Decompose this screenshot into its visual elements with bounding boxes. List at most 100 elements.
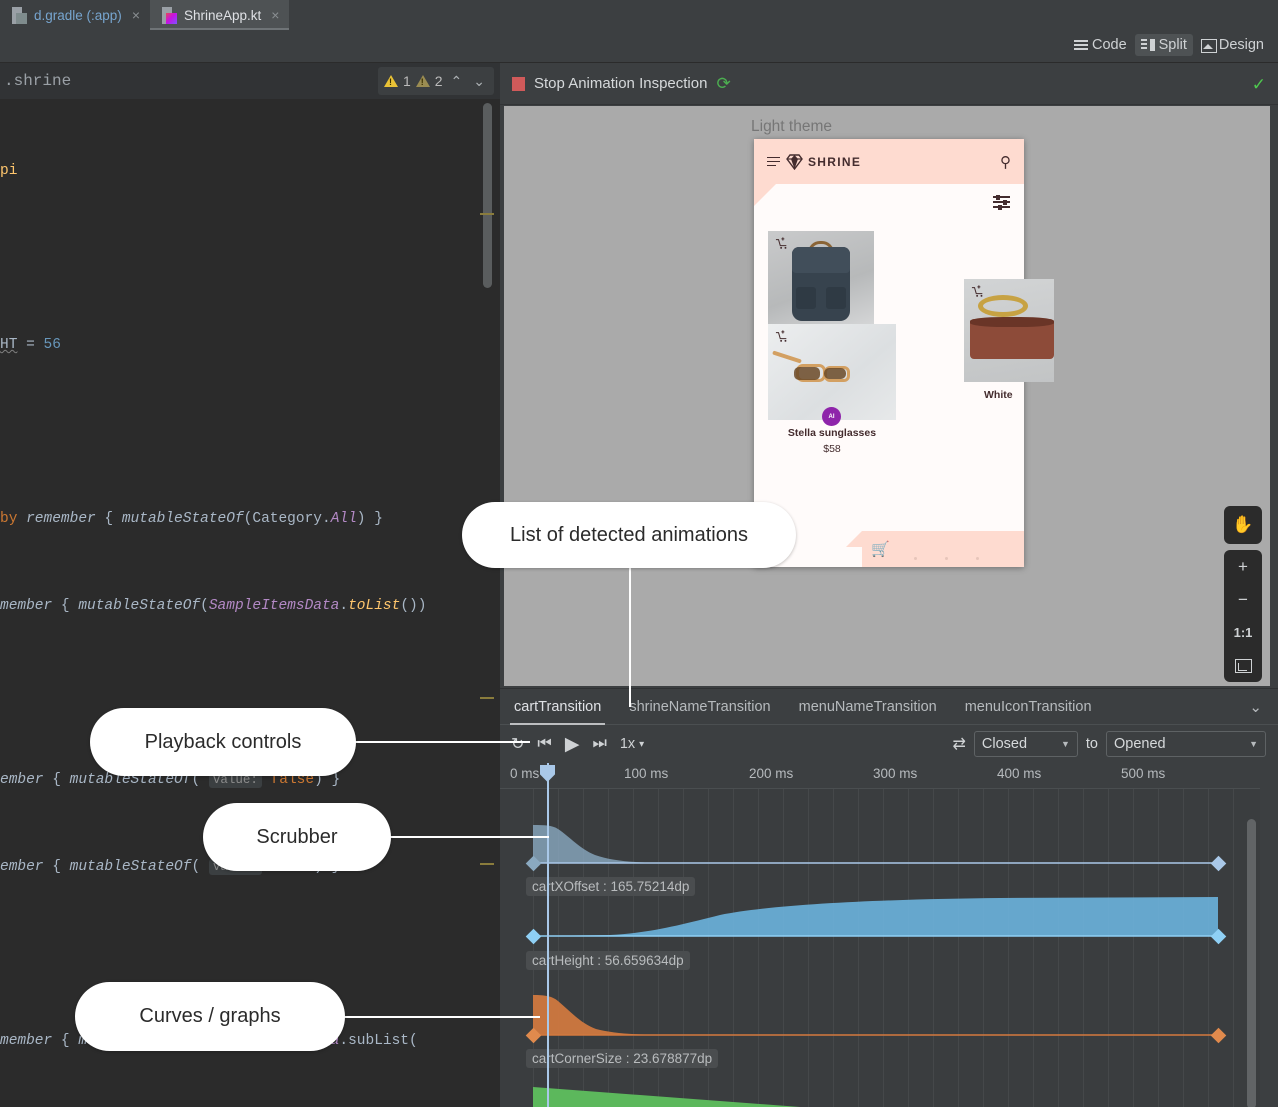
refresh-icon[interactable]: ⟳ — [716, 74, 730, 94]
zoom-out-button[interactable]: − — [1224, 583, 1262, 616]
editor-tab-bar: d.gradle (:app) × ShrineApp.kt × — [0, 0, 1278, 30]
prev-problem-icon[interactable]: ⌃ — [448, 73, 466, 90]
code-editor-pane[interactable]: .shrine 1 2 ⌃ ⌄ pi HT = 56 by remember {… — [0, 63, 500, 1107]
from-state-dropdown[interactable]: Closed ▼ — [974, 731, 1078, 757]
callout-leader — [340, 1016, 540, 1018]
play-icon[interactable]: ▶ — [565, 733, 580, 756]
timeline-tick: 400 ms — [997, 766, 1041, 781]
timeline-tick: 300 ms — [873, 766, 917, 781]
tab-menuIconTransition[interactable]: menuIconTransition — [951, 689, 1106, 724]
zoom-in-button[interactable]: + — [1224, 550, 1262, 583]
filter-icon[interactable] — [993, 196, 1010, 209]
add-to-cart-icon[interactable] — [775, 237, 789, 250]
view-mode-label: Split — [1159, 37, 1187, 53]
warning-triangle-icon — [384, 75, 398, 87]
callout-leader — [386, 836, 549, 838]
design-image-icon — [1201, 39, 1215, 51]
bottom-cart-bar[interactable]: 🛒 — [862, 531, 1024, 567]
tab-label: menuNameTransition — [799, 699, 937, 715]
skip-to-end-icon[interactable]: ⏭ — [592, 735, 606, 753]
swap-states-icon[interactable]: ⇄ — [953, 734, 966, 754]
curve-track-cartCornerSize[interactable]: cartCornerSize : 23.678877dp — [500, 981, 1260, 1073]
view-mode-design[interactable]: Design — [1195, 34, 1270, 56]
app-brand-label: SHRINE — [808, 155, 861, 169]
scrubber-line[interactable] — [547, 763, 549, 1107]
loop-icon[interactable]: ↻ — [511, 734, 524, 754]
code-line: by remember { mutableStateOf(Category.Al… — [0, 505, 480, 534]
zoom-to-fit-button[interactable] — [1224, 649, 1262, 682]
callout-scrubber: Scrubber — [203, 803, 391, 871]
stop-animation-label[interactable]: Stop Animation Inspection — [534, 75, 707, 92]
tab-gradle[interactable]: d.gradle (:app) × — [0, 0, 150, 30]
close-icon[interactable]: × — [271, 8, 279, 22]
timeline-tracks[interactable]: cartXOffset : 165.75214dp cartHeight : 5… — [500, 789, 1260, 1107]
product-image[interactable] — [768, 324, 896, 420]
preview-zoom-controls: ✋ + − 1:1 — [1224, 506, 1262, 682]
stop-square-icon[interactable] — [512, 77, 525, 91]
product-card[interactable]: AI Stella sunglasses $58 — [768, 324, 896, 455]
product-card[interactable]: White — [964, 279, 1054, 401]
curve-value-label: cartHeight : 56.659634dp — [526, 951, 690, 970]
callout-text: Playback controls — [145, 731, 302, 754]
curve-track-cartXOffset[interactable]: cartXOffset : 165.75214dp — [500, 789, 1260, 889]
speed-selector[interactable]: 1x ▾ — [620, 736, 644, 752]
code-line — [0, 940, 480, 969]
tab-shrineNameTransition[interactable]: shrineNameTransition — [615, 689, 784, 724]
shrine-diamond-icon — [786, 154, 802, 169]
cart-icon[interactable]: 🛒 — [871, 540, 890, 558]
chevron-down-icon: ⌄ — [1249, 698, 1262, 716]
scrollbar-thumb[interactable] — [483, 103, 492, 288]
product-image[interactable] — [964, 279, 1054, 382]
tab-label: shrineNameTransition — [629, 699, 770, 715]
code-line: HT = 56 — [0, 331, 480, 360]
tab-cartTransition[interactable]: cartTransition — [500, 689, 615, 724]
add-to-cart-icon[interactable] — [775, 330, 789, 343]
design-preview-pane: Stop Animation Inspection ⟳ ✓ Light them… — [500, 63, 1278, 688]
tabs-overflow-button[interactable]: ⌄ — [1233, 689, 1278, 724]
breadcrumb: .shrine 1 2 ⌃ ⌄ — [0, 63, 500, 99]
view-mode-split[interactable]: Split — [1135, 34, 1193, 56]
actual-size-button[interactable]: 1:1 — [1224, 616, 1262, 649]
product-name: White — [964, 389, 1054, 401]
skip-to-start-icon[interactable]: ⏮ — [537, 735, 551, 753]
timeline-scrollbar-thumb[interactable] — [1247, 819, 1256, 1107]
curve-track-green[interactable] — [500, 1073, 1260, 1107]
timeline-tick: 500 ms — [1121, 766, 1165, 781]
timeline-tick: 200 ms — [749, 766, 793, 781]
to-label: to — [1086, 736, 1098, 752]
tab-menuNameTransition[interactable]: menuNameTransition — [785, 689, 951, 724]
animation-tabs: cartTransition shrineNameTransition menu… — [500, 689, 1278, 725]
editor-marker — [480, 213, 494, 215]
add-to-cart-icon[interactable] — [971, 285, 985, 298]
timeline-ruler[interactable]: 0 ms 100 ms 200 ms 300 ms 400 ms 500 ms — [500, 763, 1260, 789]
next-problem-icon[interactable]: ⌄ — [470, 73, 488, 90]
preview-device-light[interactable]: SHRINE ⚲ — [754, 139, 1024, 567]
search-icon[interactable]: ⚲ — [1000, 153, 1011, 171]
code-lines-icon — [1074, 39, 1088, 51]
code-content[interactable]: pi HT = 56 by remember { mutableStateOf(… — [0, 99, 480, 1107]
code-line — [0, 679, 480, 708]
zoom-to-fit-icon — [1235, 659, 1252, 673]
curve-track-cartHeight[interactable]: cartHeight : 56.659634dp — [500, 889, 1260, 981]
code-line — [0, 418, 480, 447]
tab-label: ShrineApp.kt — [184, 8, 261, 23]
editor-scrollbar[interactable] — [483, 103, 492, 683]
pan-tool-button[interactable]: ✋ — [1224, 506, 1262, 544]
from-state-value: Closed — [982, 736, 1061, 752]
preview-canvas[interactable]: Light theme SHRINE ⚲ — [504, 106, 1270, 686]
timeline[interactable]: 0 ms 100 ms 200 ms 300 ms 400 ms 500 ms — [500, 763, 1278, 1107]
close-icon[interactable]: × — [132, 8, 140, 22]
callout-text: Curves / graphs — [139, 1005, 280, 1028]
tab-shrineapp-kt[interactable]: ShrineApp.kt × — [150, 0, 289, 30]
hamburger-menu-icon[interactable] — [767, 157, 780, 167]
view-mode-code[interactable]: Code — [1068, 34, 1133, 56]
callout-text: List of detected animations — [510, 524, 748, 547]
view-mode-label: Design — [1219, 37, 1264, 53]
warning-triangle-weak-icon — [416, 75, 430, 87]
inspection-widget[interactable]: 1 2 ⌃ ⌄ — [378, 67, 494, 95]
cart-placeholder-dots — [914, 547, 1007, 565]
breadcrumb-text: .shrine — [4, 72, 71, 90]
to-state-dropdown[interactable]: Opened ▼ — [1106, 731, 1266, 757]
product-image[interactable] — [768, 231, 874, 333]
state-selectors: ⇄ Closed ▼ to Opened ▼ — [953, 731, 1278, 757]
